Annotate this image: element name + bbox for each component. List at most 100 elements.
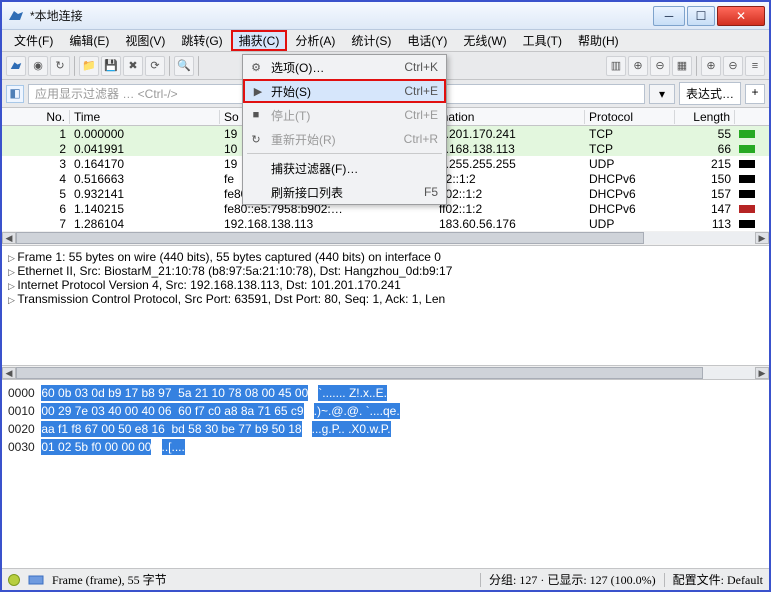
menu-wireless[interactable]: 无线(W) xyxy=(455,30,514,51)
expression-button[interactable]: 表达式… xyxy=(679,82,741,105)
filter-add-button[interactable]: + xyxy=(745,84,765,104)
cell-len: 55 xyxy=(675,127,735,141)
menu-telephony[interactable]: 电话(Y) xyxy=(399,30,455,51)
scroll-right-icon[interactable]: ▶ xyxy=(755,232,769,244)
detail-line[interactable]: Ethernet II, Src: BiostarM_21:10:78 (b8:… xyxy=(8,264,763,278)
tool-zoomin-icon[interactable]: ⊕ xyxy=(628,56,648,76)
hex-line[interactable]: 0000 60 0b 03 0d b9 17 b8 97 5a 21 10 78… xyxy=(8,384,763,402)
cell-mark xyxy=(735,157,757,171)
menu-view[interactable]: 视图(V) xyxy=(117,30,173,51)
hex-line[interactable]: 0020 aa f1 f8 67 00 50 e8 16 bd 58 30 be… xyxy=(8,420,763,438)
scroll-thumb[interactable] xyxy=(16,232,644,244)
menu-start[interactable]: ▶开始(S)Ctrl+E xyxy=(243,79,446,103)
cell-no: 2 xyxy=(2,142,70,156)
cell-proto: TCP xyxy=(585,127,675,141)
scroll-thumb[interactable] xyxy=(16,367,703,379)
tool-sep xyxy=(169,56,170,76)
cell-time: 0.041991 xyxy=(70,142,220,156)
packet-details: Frame 1: 55 bytes on wire (440 bits), 55… xyxy=(2,246,769,366)
cell-len: 157 xyxy=(675,187,735,201)
scroll-track[interactable] xyxy=(16,367,755,379)
tool-resize-icon[interactable]: ⊕ xyxy=(701,56,721,76)
tool-autoscroll-icon[interactable]: ≡ xyxy=(745,56,765,76)
capture-file-icon[interactable] xyxy=(28,574,44,586)
menu-capture[interactable]: 捕获(C) xyxy=(231,30,288,51)
scroll-right-icon[interactable]: ▶ xyxy=(755,367,769,379)
hex-line[interactable]: 0010 00 29 7e 03 40 00 40 06 60 f7 c0 a8… xyxy=(8,402,763,420)
cell-dst: 1.201.170.241 xyxy=(435,127,585,141)
menu-file[interactable]: 文件(F) xyxy=(6,30,61,51)
status-frame: Frame (frame), 55 字节 xyxy=(52,571,167,588)
col-length[interactable]: Length xyxy=(675,110,735,124)
capture-menu-dropdown: ⚙选项(O)…Ctrl+K ▶开始(S)Ctrl+E ■停止(T)Ctrl+E … xyxy=(242,54,447,205)
tool-close-icon[interactable]: ✖ xyxy=(123,56,143,76)
scroll-left-icon[interactable]: ◀ xyxy=(2,232,16,244)
expert-info-icon[interactable] xyxy=(8,574,20,586)
cell-dst: ff02::1:2 xyxy=(435,187,585,201)
menu-separator xyxy=(247,153,442,154)
tool-start-icon[interactable] xyxy=(6,56,26,76)
menu-stop[interactable]: ■停止(T)Ctrl+E xyxy=(243,103,446,127)
menu-edit[interactable]: 编辑(E) xyxy=(61,30,117,51)
menu-restart[interactable]: ↻重新开始(R)Ctrl+R xyxy=(243,127,446,151)
cell-mark xyxy=(735,127,757,141)
tool-sep xyxy=(74,56,75,76)
menu-refresh-interfaces[interactable]: 刷新接口列表F5 xyxy=(243,180,446,204)
cell-dst: 2.168.138.113 xyxy=(435,142,585,156)
tool-colorize-icon[interactable]: ⊖ xyxy=(723,56,743,76)
tool-zoomreset-icon[interactable]: ▦ xyxy=(672,56,692,76)
cell-proto: UDP xyxy=(585,157,675,171)
detail-scrollbar[interactable]: ◀ ▶ xyxy=(2,366,769,380)
cell-mark xyxy=(735,172,757,186)
filter-apply-button[interactable]: ▾ xyxy=(649,84,675,104)
tool-restart-icon[interactable]: ↻ xyxy=(50,56,70,76)
detail-line[interactable]: Transmission Control Protocol, Src Port:… xyxy=(8,292,763,306)
menu-options[interactable]: ⚙选项(O)…Ctrl+K xyxy=(243,55,446,79)
menu-go[interactable]: 跳转(G) xyxy=(173,30,230,51)
cell-mark xyxy=(735,187,757,201)
tool-open-icon[interactable]: 📁 xyxy=(79,56,99,76)
cell-len: 147 xyxy=(675,202,735,216)
cell-time: 1.286104 xyxy=(70,217,220,231)
tool-stop-icon[interactable]: ◉ xyxy=(28,56,48,76)
menu-tools[interactable]: 工具(T) xyxy=(515,30,570,51)
cell-len: 215 xyxy=(675,157,735,171)
scroll-left-icon[interactable]: ◀ xyxy=(2,367,16,379)
tool-reload-icon[interactable]: ⟳ xyxy=(145,56,165,76)
titlebar: *本地连接 ─ ☐ ✕ xyxy=(2,2,769,30)
menu-capture-filters[interactable]: 捕获过滤器(F)… xyxy=(243,156,446,180)
statusbar: Frame (frame), 55 字节 分组: 127 · 已显示: 127 … xyxy=(2,568,769,590)
cell-dst: 183.60.56.176 xyxy=(435,217,585,231)
menu-help[interactable]: 帮助(H) xyxy=(570,30,627,51)
status-packets: 分组: 127 · 已显示: 127 (100.0%) xyxy=(489,571,656,588)
scroll-track[interactable] xyxy=(16,232,755,244)
horizontal-scrollbar[interactable]: ◀ ▶ xyxy=(2,231,769,245)
cell-proto: TCP xyxy=(585,142,675,156)
cell-mark xyxy=(735,202,757,216)
status-sep xyxy=(664,573,665,587)
hex-line[interactable]: 0030 01 02 5b f0 00 00 00 ..[.... xyxy=(8,438,763,456)
cell-dst: 02::1:2 xyxy=(435,172,585,186)
detail-line[interactable]: Frame 1: 55 bytes on wire (440 bits), 55… xyxy=(8,250,763,264)
cell-mark xyxy=(735,217,757,231)
close-button[interactable]: ✕ xyxy=(717,6,765,26)
minimize-button[interactable]: ─ xyxy=(653,6,685,26)
tool-goto-first-icon[interactable]: ▥ xyxy=(606,56,626,76)
maximize-button[interactable]: ☐ xyxy=(687,6,715,26)
cell-len: 66 xyxy=(675,142,735,156)
col-no[interactable]: No. xyxy=(2,110,70,124)
tool-find-icon[interactable]: 🔍 xyxy=(174,56,194,76)
col-destination[interactable]: ination xyxy=(435,110,585,124)
status-profile[interactable]: 配置文件: Default xyxy=(673,571,763,588)
col-time[interactable]: Time xyxy=(70,110,220,124)
menu-analyze[interactable]: 分析(A) xyxy=(287,30,343,51)
table-row[interactable]: 71.286104192.168.138.113183.60.56.176UDP… xyxy=(2,216,769,231)
tool-save-icon[interactable]: 💾 xyxy=(101,56,121,76)
menu-stats[interactable]: 统计(S) xyxy=(343,30,399,51)
col-protocol[interactable]: Protocol xyxy=(585,110,675,124)
filter-placeholder: 应用显示过滤器 … <Ctrl-/> xyxy=(35,85,178,102)
tool-zoomout-icon[interactable]: ⊖ xyxy=(650,56,670,76)
cell-time: 1.140215 xyxy=(70,202,220,216)
detail-line[interactable]: Internet Protocol Version 4, Src: 192.16… xyxy=(8,278,763,292)
bookmark-icon[interactable]: ◧ xyxy=(6,85,24,103)
